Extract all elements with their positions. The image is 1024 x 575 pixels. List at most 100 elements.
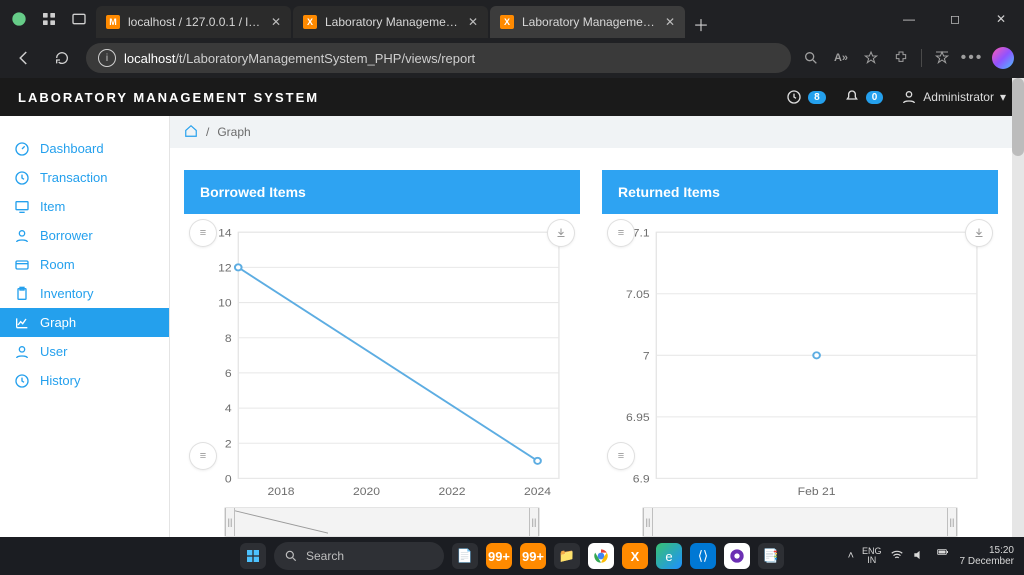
- taskbar-search[interactable]: Search: [274, 542, 444, 570]
- taskbar-app[interactable]: 📁: [554, 543, 580, 569]
- svg-text:2024: 2024: [524, 485, 552, 498]
- sidebar-item-label: User: [40, 344, 67, 359]
- chart-overview[interactable]: || ||: [642, 507, 958, 537]
- chart-menu-button[interactable]: ≡: [608, 443, 634, 469]
- overview-handle-right[interactable]: ||: [529, 508, 539, 536]
- sidebar-item-label: Dashboard: [40, 141, 104, 156]
- user-menu[interactable]: Administrator ▾: [901, 89, 1006, 105]
- close-icon[interactable]: ✕: [665, 15, 675, 29]
- taskbar-app[interactable]: 📑: [758, 543, 784, 569]
- minimize-button[interactable]: —: [886, 0, 932, 38]
- panel-returned: Returned Items ≡ ≡ 6.96.9577.057.1Feb 21…: [602, 170, 998, 537]
- clipboard-icon: [14, 286, 30, 302]
- refresh-button[interactable]: [48, 44, 76, 72]
- svg-text:10: 10: [218, 297, 232, 310]
- page-scrollbar[interactable]: [1012, 78, 1024, 537]
- svg-text:2022: 2022: [439, 485, 466, 498]
- browser-tab[interactable]: X Laboratory Management System ✕: [490, 6, 685, 38]
- favorite-icon[interactable]: [861, 48, 881, 68]
- svg-text:14: 14: [218, 227, 232, 240]
- tab-label: localhost / 127.0.0.1 / lms19 / use: [128, 15, 263, 29]
- chart-icon: [14, 315, 30, 331]
- close-icon[interactable]: ✕: [468, 15, 478, 29]
- taskbar-app[interactable]: ⟨⟩: [690, 543, 716, 569]
- svg-text:7.05: 7.05: [626, 288, 650, 301]
- sidebar-item-dashboard[interactable]: Dashboard: [0, 134, 169, 163]
- returned-chart: 6.96.9577.057.1Feb 21: [612, 224, 988, 501]
- browser-tab[interactable]: X Laboratory Management System ✕: [293, 6, 488, 38]
- svg-text:4: 4: [225, 403, 232, 416]
- sidebar-item-label: History: [40, 373, 80, 388]
- sidebar-item-borrower[interactable]: Borrower: [0, 221, 169, 250]
- battery-icon[interactable]: [934, 549, 952, 564]
- clock-notifications[interactable]: 8: [786, 89, 826, 105]
- taskbar-app[interactable]: e: [656, 543, 682, 569]
- taskbar-app[interactable]: X: [622, 543, 648, 569]
- sidebar-item-history[interactable]: History: [0, 366, 169, 395]
- browser-tab[interactable]: M localhost / 127.0.0.1 / lms19 / use ✕: [96, 6, 291, 38]
- taskbar-app[interactable]: [588, 543, 614, 569]
- svg-text:7: 7: [643, 350, 650, 363]
- read-aloud-icon[interactable]: A»: [831, 48, 851, 68]
- panel-borrowed: Borrowed Items ≡ ≡ 024681012142018202020…: [184, 170, 580, 537]
- new-tab-button[interactable]: ＋: [687, 10, 715, 38]
- overview-handle-left[interactable]: ||: [643, 508, 653, 536]
- tab-overview-icon[interactable]: [70, 10, 88, 28]
- xampp-favicon: X: [500, 15, 514, 29]
- svg-text:0: 0: [225, 473, 232, 486]
- taskbar-app[interactable]: 99+: [486, 543, 512, 569]
- chart-menu-button[interactable]: ≡: [190, 220, 216, 246]
- tray-chevron-icon[interactable]: ˄: [848, 550, 854, 562]
- wifi-icon[interactable]: [890, 548, 904, 565]
- sidebar: Dashboard Transaction Item BorrowerRoomInve…: [0, 116, 170, 537]
- chart-overview[interactable]: || ||: [224, 507, 540, 537]
- sidebar-item-inventory[interactable]: Inventory: [0, 279, 169, 308]
- copilot-icon[interactable]: [992, 47, 1014, 69]
- back-button[interactable]: [10, 44, 38, 72]
- breadcrumb-separator: /: [206, 125, 209, 139]
- sidebar-item-room[interactable]: Room: [0, 250, 169, 279]
- maximize-button[interactable]: ◻: [932, 0, 978, 38]
- tray-lang[interactable]: ENG IN: [862, 547, 882, 565]
- sidebar-item-label: Graph: [40, 315, 76, 330]
- address-bar[interactable]: i localhost /t/LaboratoryManagementSyste…: [86, 43, 791, 73]
- breadcrumb-current: Graph: [217, 125, 250, 139]
- tray-clock[interactable]: 15:20 7 December: [960, 545, 1014, 567]
- zoom-icon[interactable]: [801, 48, 821, 68]
- panel-title: Returned Items: [602, 170, 998, 214]
- close-window-button[interactable]: ✕: [978, 0, 1024, 38]
- extensions-icon[interactable]: [891, 48, 911, 68]
- sidebar-item-graph[interactable]: Graph: [0, 308, 169, 337]
- clock-icon: [14, 170, 30, 186]
- taskbar-app[interactable]: 99+: [520, 543, 546, 569]
- taskbar-app[interactable]: 📄: [452, 543, 478, 569]
- sidebar-item-transaction[interactable]: Transaction: [0, 163, 169, 192]
- notif-badge: 8: [808, 91, 826, 104]
- close-icon[interactable]: ✕: [271, 15, 281, 29]
- chart-menu-button[interactable]: ≡: [608, 220, 634, 246]
- overview-handle-left[interactable]: ||: [225, 508, 235, 536]
- workspaces-icon[interactable]: [40, 10, 58, 28]
- sidebar-item-item[interactable]: Item: [0, 192, 169, 221]
- sidebar-item-label: Item: [40, 199, 65, 214]
- profile-icon[interactable]: [10, 10, 28, 28]
- site-info-icon[interactable]: i: [98, 49, 116, 67]
- more-icon[interactable]: •••: [962, 48, 982, 68]
- chart-download-button[interactable]: [966, 220, 992, 246]
- bell-notifications[interactable]: 0: [844, 89, 884, 105]
- overview-handle-right[interactable]: ||: [947, 508, 957, 536]
- chart-download-button[interactable]: [548, 220, 574, 246]
- favorites-bar-icon[interactable]: [932, 48, 952, 68]
- sidebar-item-user[interactable]: User: [0, 337, 169, 366]
- chart-menu-button[interactable]: ≡: [190, 443, 216, 469]
- search-placeholder: Search: [306, 549, 344, 563]
- svg-text:6.9: 6.9: [633, 473, 650, 486]
- phpmyadmin-favicon: M: [106, 15, 120, 29]
- card-icon: [14, 257, 30, 273]
- taskbar-app[interactable]: [724, 543, 750, 569]
- start-button[interactable]: [240, 543, 266, 569]
- tab-label: Laboratory Management System: [325, 15, 460, 29]
- svg-text:7.1: 7.1: [633, 227, 650, 240]
- home-icon[interactable]: [184, 124, 198, 141]
- volume-icon[interactable]: [912, 548, 926, 565]
